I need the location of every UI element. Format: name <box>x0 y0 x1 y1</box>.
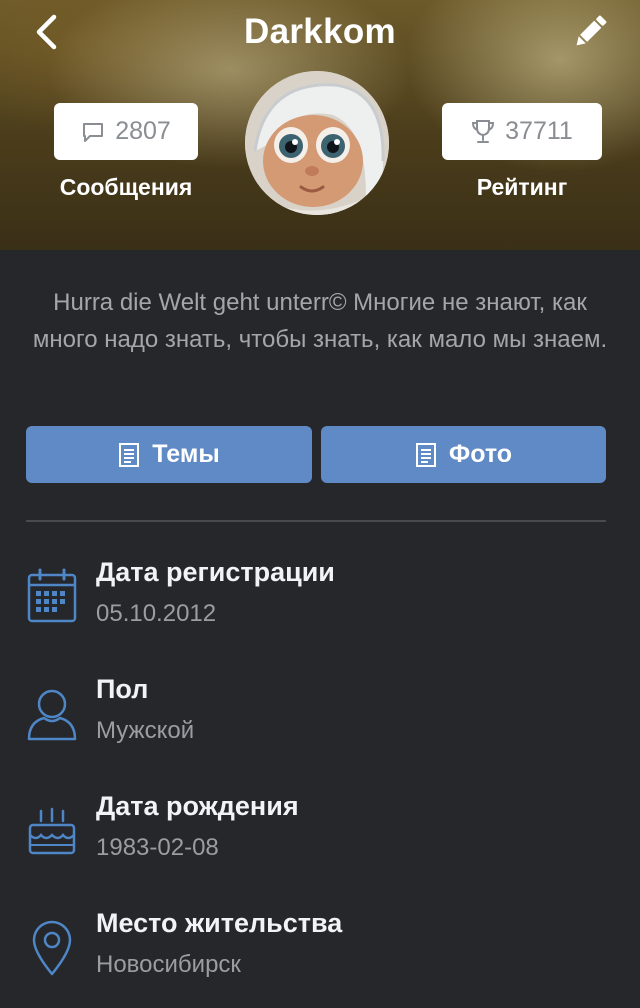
speech-bubble-icon <box>83 122 104 142</box>
user-icon <box>27 689 77 741</box>
detail-label: Место жительства <box>96 908 343 938</box>
detail-label: Дата регистрации <box>96 557 335 587</box>
messages-count-box[interactable]: 2807 <box>54 103 198 160</box>
profile-bio: Hurra die Welt geht unterr© Многие не зн… <box>32 289 608 353</box>
topics-button[interactable]: Темы <box>26 426 312 483</box>
detail-value: 1983-02-08 <box>96 834 219 861</box>
profile-username: Darkkom <box>244 12 396 51</box>
photo-button[interactable]: Фото <box>321 426 606 483</box>
trophy-icon <box>472 119 495 143</box>
detail-value: 05.10.2012 <box>96 600 217 627</box>
messages-label: Сообщения <box>59 174 193 200</box>
detail-label: Дата рождения <box>96 791 299 821</box>
photo-button-label: Фото <box>448 440 513 468</box>
cake-icon <box>28 807 76 855</box>
avatar-image <box>245 71 389 215</box>
location-pin-icon <box>32 920 72 976</box>
avatar[interactable] <box>245 71 389 215</box>
calendar-icon <box>27 568 77 623</box>
profile-header: Darkkom 2807 Сообщения 37711 Рейтинг <box>0 0 640 250</box>
detail-label: Пол <box>96 674 149 704</box>
detail-value: Новосибирск <box>96 951 241 978</box>
topics-button-label: Темы <box>152 440 220 468</box>
rating-label: Рейтинг <box>476 174 568 200</box>
detail-birth-date: Дата рождения 1983-02-08 <box>0 791 640 891</box>
divider <box>26 520 606 522</box>
document-icon <box>119 442 140 467</box>
detail-location: Место жительства Новосибирск <box>0 908 640 1008</box>
document-icon <box>415 442 436 467</box>
detail-registration-date: Дата регистрации 05.10.2012 <box>0 557 640 657</box>
pencil-icon <box>576 15 607 46</box>
messages-count: 2807 <box>115 117 171 145</box>
detail-value: Мужской <box>96 717 195 744</box>
rating-count: 37711 <box>505 117 573 145</box>
detail-gender: Пол Мужской <box>0 674 640 774</box>
edit-profile-button[interactable] <box>568 10 612 54</box>
rating-count-box[interactable]: 37711 <box>442 103 602 160</box>
